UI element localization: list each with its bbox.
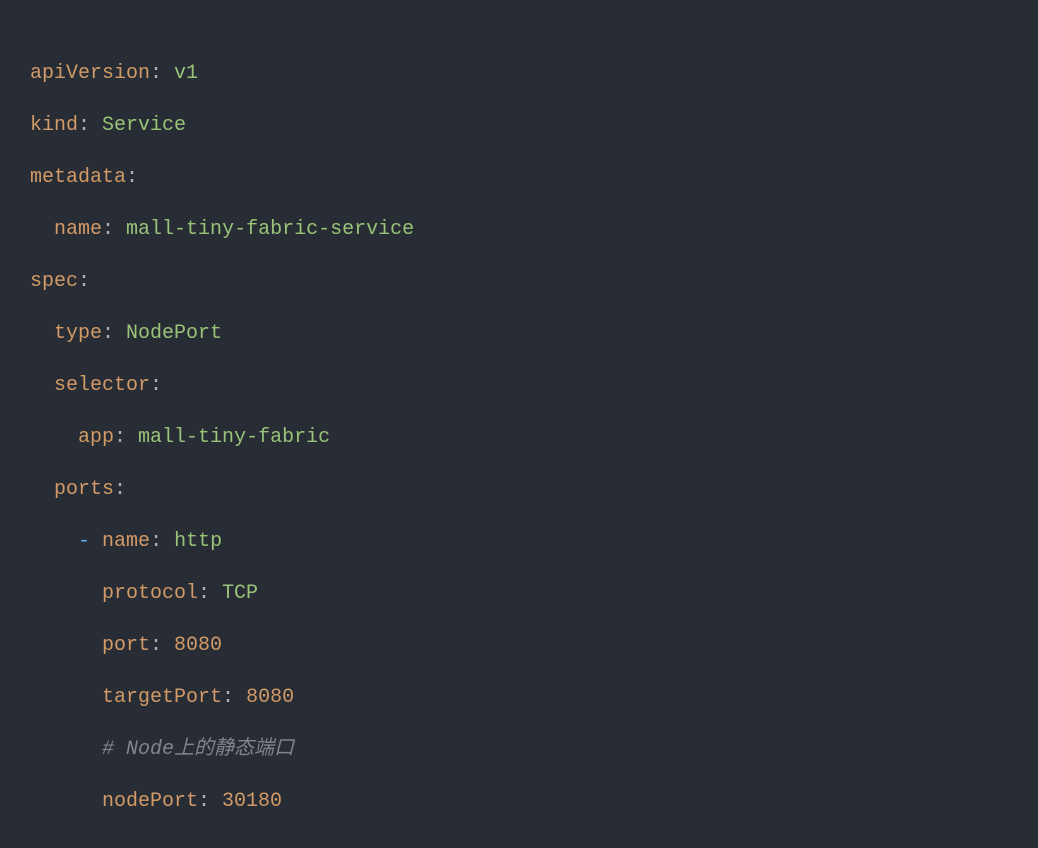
line-protocol: protocol: TCP <box>30 582 258 605</box>
val-targetport: 8080 <box>246 686 294 709</box>
val-kind: Service <box>102 114 186 137</box>
key-nodeport: nodePort <box>102 790 198 813</box>
key-port-name: name <box>102 530 150 553</box>
line-apiversion: apiVersion: v1 <box>30 62 198 85</box>
key-selector: selector <box>54 374 150 397</box>
key-ports: ports <box>54 478 114 501</box>
key-spec-type: type <box>54 322 102 345</box>
comment-text: # Node上的静态端口 <box>102 738 294 761</box>
key-protocol: protocol <box>102 582 198 605</box>
line-port-name: - name: http <box>30 530 222 553</box>
val-selector-app: mall-tiny-fabric <box>138 426 330 449</box>
line-selector-app: app: mall-tiny-fabric <box>30 426 330 449</box>
line-metadata-name: name: mall-tiny-fabric-service <box>30 218 414 241</box>
yaml-code-block: apiVersion: v1 kind: Service metadata: n… <box>0 0 1038 828</box>
key-selector-app: app <box>78 426 114 449</box>
val-metadata-name: mall-tiny-fabric-service <box>126 218 414 241</box>
line-kind: kind: Service <box>30 114 186 137</box>
dash-icon: - <box>78 530 90 553</box>
key-kind: kind <box>30 114 78 137</box>
line-ports: ports: <box>30 478 126 501</box>
key-spec: spec <box>30 270 78 293</box>
key-apiversion: apiVersion <box>30 62 150 85</box>
line-port: port: 8080 <box>30 634 222 657</box>
line-comment: # Node上的静态端口 <box>30 738 294 761</box>
line-spec: spec: <box>30 270 90 293</box>
val-port: 8080 <box>174 634 222 657</box>
val-protocol: TCP <box>222 582 258 605</box>
line-nodeport: nodePort: 30180 <box>30 790 282 813</box>
key-metadata: metadata <box>30 166 126 189</box>
line-selector: selector: <box>30 374 162 397</box>
line-spec-type: type: NodePort <box>30 322 222 345</box>
key-metadata-name: name <box>54 218 102 241</box>
val-port-name: http <box>174 530 222 553</box>
line-targetport: targetPort: 8080 <box>30 686 294 709</box>
val-spec-type: NodePort <box>126 322 222 345</box>
key-port: port <box>102 634 150 657</box>
val-nodeport: 30180 <box>222 790 282 813</box>
key-targetport: targetPort <box>102 686 222 709</box>
val-apiversion: v1 <box>174 62 198 85</box>
line-metadata: metadata: <box>30 166 138 189</box>
